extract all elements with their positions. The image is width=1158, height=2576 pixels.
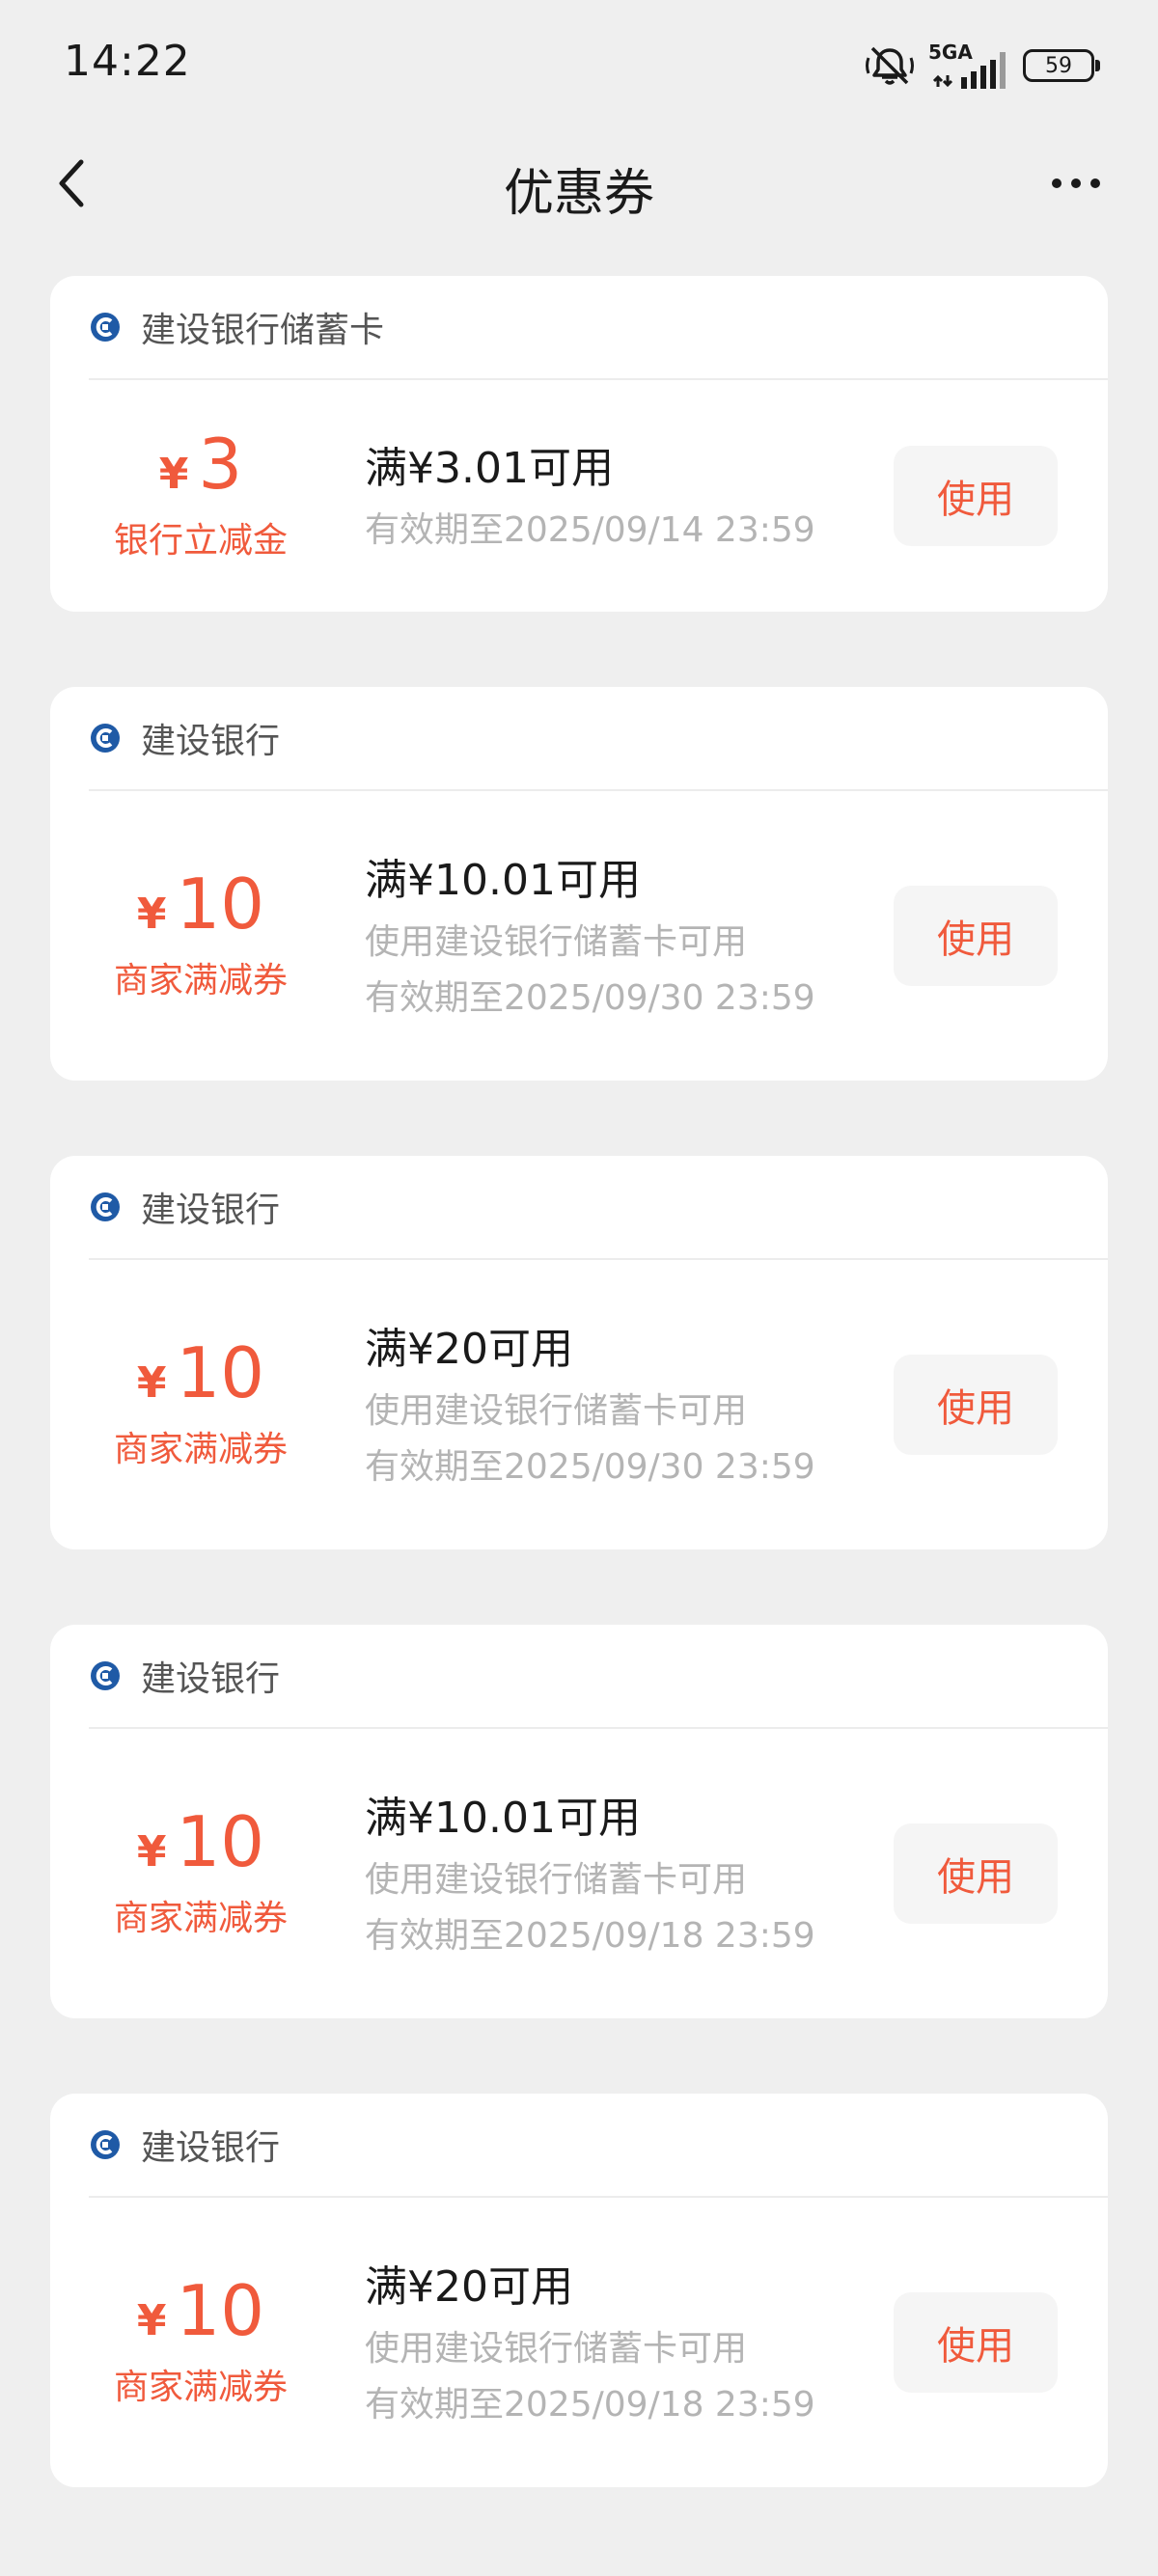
coupon-card: 建设银行 ¥ 10 商家满减券 满¥10.01可用 使用建设银行储蓄卡可用 有效… [50, 687, 1108, 1081]
coupon-type: 商家满减券 [113, 2368, 288, 2407]
amount-line: ¥ 3 [159, 429, 242, 499]
amount-line: ¥ 10 [137, 2276, 264, 2345]
coupon-amount: ¥ 10 商家满减券 [50, 791, 351, 1081]
navigation-header: 优惠券 [0, 135, 1158, 232]
ccb-logo-icon [91, 313, 120, 342]
coupon-validity: 有效期至2025/09/30 23:59 [365, 978, 815, 1018]
amount-value: 10 [176, 863, 265, 945]
currency-symbol: ¥ [136, 2296, 167, 2345]
coupon-type: 商家满减券 [113, 1899, 288, 1938]
amount-value: 3 [198, 424, 243, 505]
coupon-restriction: 使用建设银行储蓄卡可用 [365, 1391, 748, 1432]
bank-name: 建设银行储蓄卡 [141, 311, 385, 350]
coupon-card-body: ¥ 10 商家满减券 满¥10.01可用 使用建设银行储蓄卡可用 有效期至202… [50, 791, 1108, 1081]
more-button[interactable] [1042, 154, 1110, 212]
coupon-card-header: 建设银行 [89, 687, 1108, 791]
amount-value: 10 [176, 1801, 265, 1882]
status-icons: 5GA 59 [865, 39, 1100, 93]
battery-level: 59 [1045, 53, 1072, 78]
bank-name: 建设银行 [141, 1659, 281, 1699]
amount-line: ¥ 10 [137, 869, 264, 939]
coupon-list: 建设银行储蓄卡 ¥ 3 银行立减金 满¥3.01可用 有效期至2025/09/1… [50, 276, 1108, 2562]
coupon-amount: ¥ 10 商家满减券 [50, 1260, 351, 1549]
coupon-card: 建设银行 ¥ 10 商家满减券 满¥20可用 使用建设银行储蓄卡可用 有效期至2… [50, 2094, 1108, 2487]
coupon-card-header: 建设银行储蓄卡 [89, 276, 1108, 380]
coupon-type: 商家满减券 [113, 961, 288, 1000]
coupon-condition: 满¥10.01可用 [365, 856, 641, 906]
use-button[interactable]: 使用 [894, 886, 1058, 986]
coupon-card-body: ¥ 10 商家满减券 满¥10.01可用 使用建设银行储蓄卡可用 有效期至202… [50, 1729, 1108, 2018]
coupon-info: 满¥10.01可用 使用建设银行储蓄卡可用 有效期至2025/09/30 23:… [365, 791, 905, 1081]
coupon-restriction: 使用建设银行储蓄卡可用 [365, 922, 748, 963]
coupon-info: 满¥10.01可用 使用建设银行储蓄卡可用 有效期至2025/09/18 23:… [365, 1729, 905, 2018]
coupon-info: 满¥20可用 使用建设银行储蓄卡可用 有效期至2025/09/30 23:59 [365, 1260, 905, 1549]
ccb-logo-icon [91, 1661, 120, 1690]
coupon-validity: 有效期至2025/09/18 23:59 [365, 2385, 815, 2425]
coupon-card-header: 建设银行 [89, 1156, 1108, 1260]
coupon-card: 建设银行储蓄卡 ¥ 3 银行立减金 满¥3.01可用 有效期至2025/09/1… [50, 276, 1108, 612]
amount-value: 10 [176, 2270, 265, 2351]
ccb-logo-icon [91, 2130, 120, 2159]
use-button[interactable]: 使用 [894, 1355, 1058, 1455]
coupon-type: 商家满减券 [113, 1430, 288, 1469]
more-dot [1071, 178, 1081, 188]
use-button[interactable]: 使用 [894, 2292, 1058, 2393]
ccb-logo-icon [91, 1192, 120, 1221]
coupon-card-body: ¥ 10 商家满减券 满¥20可用 使用建设银行储蓄卡可用 有效期至2025/0… [50, 2198, 1108, 2487]
currency-symbol: ¥ [158, 450, 189, 499]
currency-symbol: ¥ [136, 890, 167, 939]
ccb-logo-icon [91, 724, 120, 753]
page-title: 优惠券 [503, 165, 654, 223]
bank-name: 建设银行 [141, 722, 281, 761]
amount-line: ¥ 10 [137, 1807, 264, 1877]
battery-icon: 59 [1023, 49, 1100, 82]
coupon-amount: ¥ 10 商家满减券 [50, 2198, 351, 2487]
coupon-card-body: ¥ 3 银行立减金 满¥3.01可用 有效期至2025/09/14 23:59 … [50, 380, 1108, 612]
coupon-card-header: 建设银行 [89, 1625, 1108, 1729]
more-dot [1090, 178, 1100, 188]
coupon-card-body: ¥ 10 商家满减券 满¥20可用 使用建设银行储蓄卡可用 有效期至2025/0… [50, 1260, 1108, 1549]
coupon-validity: 有效期至2025/09/30 23:59 [365, 1447, 815, 1487]
coupon-validity: 有效期至2025/09/18 23:59 [365, 1916, 815, 1956]
mute-icon [865, 44, 915, 87]
status-bar: 14:22 5GA 59 [0, 0, 1158, 135]
bank-name: 建设银行 [141, 1191, 281, 1230]
coupon-card-header: 建设银行 [89, 2094, 1108, 2198]
cellular-signal-icon: 5GA [928, 39, 1009, 93]
status-time: 14:22 [64, 37, 191, 86]
coupon-card: 建设银行 ¥ 10 商家满减券 满¥10.01可用 使用建设银行储蓄卡可用 有效… [50, 1625, 1108, 2018]
coupon-amount: ¥ 3 银行立减金 [50, 380, 351, 612]
coupon-info: 满¥20可用 使用建设银行储蓄卡可用 有效期至2025/09/18 23:59 [365, 2198, 905, 2487]
coupon-restriction: 使用建设银行储蓄卡可用 [365, 1860, 748, 1901]
currency-symbol: ¥ [136, 1358, 167, 1408]
amount-line: ¥ 10 [137, 1338, 264, 1408]
coupon-amount: ¥ 10 商家满减券 [50, 1729, 351, 2018]
coupon-info: 满¥3.01可用 有效期至2025/09/14 23:59 [365, 380, 905, 612]
coupon-card: 建设银行 ¥ 10 商家满减券 满¥20可用 使用建设银行储蓄卡可用 有效期至2… [50, 1156, 1108, 1549]
coupon-validity: 有效期至2025/09/14 23:59 [365, 510, 815, 551]
coupon-condition: 满¥3.01可用 [365, 444, 614, 494]
coupon-condition: 满¥10.01可用 [365, 1794, 641, 1844]
coupon-restriction: 使用建设银行储蓄卡可用 [365, 2329, 748, 2370]
use-button[interactable]: 使用 [894, 1823, 1058, 1924]
coupon-condition: 满¥20可用 [365, 1325, 573, 1375]
amount-value: 10 [176, 1332, 265, 1413]
bank-name: 建设银行 [141, 2128, 281, 2168]
coupon-type: 银行立减金 [113, 521, 288, 561]
currency-symbol: ¥ [136, 1827, 167, 1877]
more-dot [1052, 178, 1062, 188]
coupon-condition: 满¥20可用 [365, 2262, 573, 2313]
use-button[interactable]: 使用 [894, 446, 1058, 546]
